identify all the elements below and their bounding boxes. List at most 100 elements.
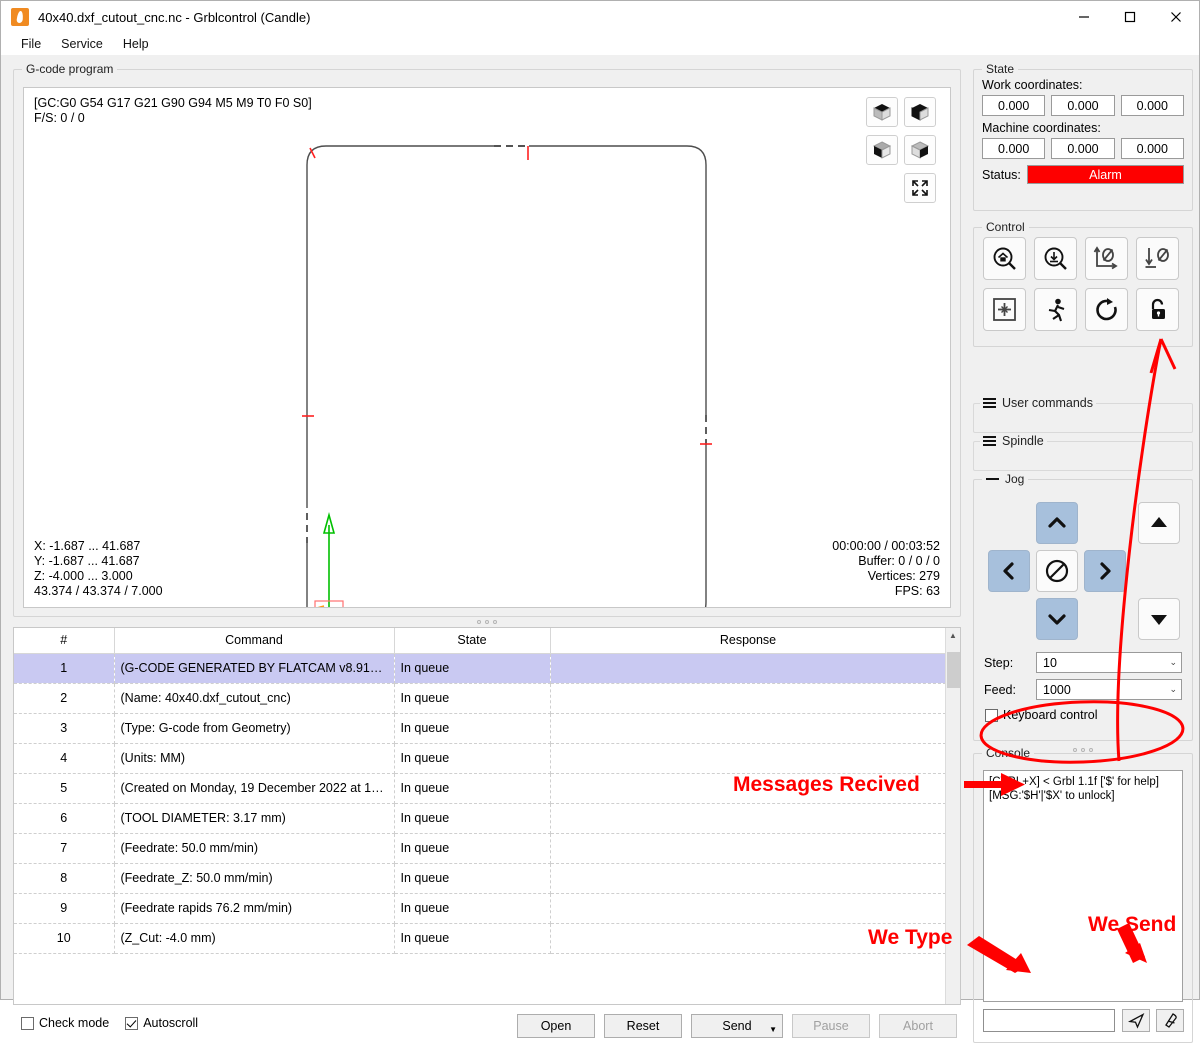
- user-commands-panel[interactable]: User commands: [973, 396, 1193, 433]
- table-row[interactable]: 3 (Type: G-code from Geometry) In queue: [14, 713, 946, 744]
- autoscroll-box[interactable]: [125, 1016, 139, 1030]
- fit-view-button[interactable]: [904, 173, 936, 203]
- collapse-icon[interactable]: [986, 478, 999, 480]
- isometric-view-button[interactable]: [866, 97, 898, 127]
- cell-state: In queue: [394, 833, 551, 864]
- cell-state: In queue: [394, 653, 551, 684]
- chevron-down-icon[interactable]: ⌄: [1169, 657, 1177, 668]
- keyboard-control-box[interactable]: [985, 708, 998, 722]
- jog-stop-button[interactable]: [1036, 550, 1078, 592]
- check-mode-label: Check mode: [39, 1016, 110, 1030]
- jog-y-minus-button[interactable]: [1036, 598, 1078, 640]
- open-button[interactable]: Open: [517, 1014, 595, 1038]
- probe-z-button[interactable]: [1034, 237, 1077, 280]
- spindle-panel[interactable]: Spindle: [973, 434, 1193, 471]
- cell-state: In queue: [394, 743, 551, 774]
- cell-command: (Feedrate_Z: 50.0 mm/min): [114, 863, 395, 894]
- jog-x-minus-button[interactable]: [988, 550, 1030, 592]
- chevron-down-icon[interactable]: ▼: [769, 1025, 777, 1034]
- table-row[interactable]: 1 (G-CODE GENERATED BY FLATCAM v8.919 - w…: [14, 653, 946, 684]
- cell-index: 5: [14, 773, 115, 804]
- menu-help[interactable]: Help: [113, 35, 159, 53]
- check-mode-checkbox[interactable]: Check mode: [21, 1016, 109, 1030]
- work-x-field[interactable]: 0.000: [982, 95, 1046, 116]
- column-header-command[interactable]: Command: [114, 628, 395, 654]
- reset-button[interactable]: [1085, 288, 1128, 331]
- chevron-down-icon[interactable]: ⌄: [1169, 684, 1177, 695]
- cell-command: (Feedrate: 50.0 mm/min): [114, 833, 395, 864]
- console-log[interactable]: [CTRL+X] < Grbl 1.1f ['$' for help] [MSG…: [983, 770, 1183, 1002]
- table-row[interactable]: 9 (Feedrate rapids 76.2 mm/min) In queue: [14, 893, 946, 924]
- cell-index: 9: [14, 893, 115, 924]
- pause-button[interactable]: Pause: [792, 1014, 870, 1038]
- machine-x-field: 0.000: [982, 138, 1046, 159]
- table-row[interactable]: 6 (TOOL DIAMETER: 3.17 mm) In queue: [14, 803, 946, 834]
- jog-z-minus-button[interactable]: [1138, 598, 1180, 640]
- column-header-index[interactable]: #: [14, 628, 115, 654]
- cell-state: In queue: [394, 923, 551, 954]
- console-input[interactable]: [983, 1009, 1115, 1032]
- jog-y-plus-button[interactable]: [1036, 502, 1078, 544]
- jog-panel: Jog Step: 10 ⌄ Feed: 1000 ⌄ Keyboard con…: [973, 472, 1193, 741]
- table-row[interactable]: 4 (Units: MM) In queue: [14, 743, 946, 774]
- gcode-stats-text: 00:00:00 / 00:03:52 Buffer: 0 / 0 / 0 Ve…: [832, 539, 940, 598]
- send-button[interactable]: Send ▼: [691, 1014, 783, 1038]
- jog-z-plus-button[interactable]: [1138, 502, 1180, 544]
- window-controls: [1061, 1, 1199, 33]
- main-area: G-code program [GC:G0 G54 G17 G21 G90 G9…: [1, 55, 1199, 1043]
- hamburger-icon[interactable]: [983, 398, 996, 408]
- zero-xy-button[interactable]: [1085, 237, 1128, 280]
- scrollbar-thumb[interactable]: [947, 652, 960, 688]
- send-button-label: Send: [722, 1019, 752, 1033]
- gcode-state-text: [GC:G0 G54 G17 G21 G90 G94 M5 M9 T0 F0 S…: [34, 96, 312, 126]
- front-view-button[interactable]: [866, 135, 898, 165]
- gcode-viewport[interactable]: [GC:G0 G54 G17 G21 G90 G94 M5 M9 T0 F0 S…: [23, 87, 951, 608]
- cell-command: (Feedrate rapids 76.2 mm/min): [114, 893, 395, 924]
- safe-position-button[interactable]: [1034, 288, 1077, 331]
- table-row[interactable]: 10 (Z_Cut: -4.0 mm) In queue: [14, 923, 946, 954]
- work-y-field[interactable]: 0.000: [1051, 95, 1115, 116]
- command-table[interactable]: # Command State Response 1 (G-CODE GENERA…: [13, 627, 961, 1005]
- cell-response: [550, 863, 946, 894]
- menu-bar: File Service Help: [1, 33, 1199, 55]
- scroll-up-icon[interactable]: ▲: [946, 628, 960, 643]
- column-header-state[interactable]: State: [394, 628, 551, 654]
- close-button[interactable]: [1153, 1, 1199, 33]
- left-view-button[interactable]: [904, 135, 936, 165]
- table-row[interactable]: 7 (Feedrate: 50.0 mm/min) In queue: [14, 833, 946, 864]
- user-commands-title: User commands: [1002, 396, 1093, 410]
- work-coordinates-label: Work coordinates:: [982, 78, 1083, 92]
- check-mode-box[interactable]: [21, 1016, 34, 1030]
- menu-file[interactable]: File: [11, 35, 51, 53]
- column-header-response[interactable]: Response: [550, 628, 946, 654]
- unlock-button[interactable]: [1136, 288, 1179, 331]
- cell-command: (Units: MM): [114, 743, 395, 774]
- jog-x-plus-button[interactable]: [1084, 550, 1126, 592]
- state-panel: State Work coordinates: 0.000 0.000 0.00…: [973, 62, 1193, 211]
- zero-z-button[interactable]: [1136, 237, 1179, 280]
- menu-service[interactable]: Service: [51, 35, 113, 53]
- panel-splitter[interactable]: [13, 617, 961, 626]
- abort-button[interactable]: Abort: [879, 1014, 957, 1038]
- step-select[interactable]: 10 ⌄: [1036, 652, 1182, 673]
- console-clear-button[interactable]: [1156, 1009, 1184, 1032]
- cell-state: In queue: [394, 893, 551, 924]
- right-panel: State Work coordinates: 0.000 0.000 0.00…: [969, 55, 1197, 1043]
- cell-index: 8: [14, 863, 115, 894]
- console-send-button[interactable]: [1122, 1009, 1150, 1032]
- status-label: Status:: [982, 167, 1021, 182]
- work-z-field[interactable]: 0.000: [1120, 95, 1184, 116]
- restore-origin-button[interactable]: [983, 288, 1026, 331]
- feed-select[interactable]: 1000 ⌄: [1036, 679, 1182, 700]
- reset-button[interactable]: Reset: [604, 1014, 682, 1038]
- table-row[interactable]: 8 (Feedrate_Z: 50.0 mm/min) In queue: [14, 863, 946, 894]
- home-button[interactable]: [983, 237, 1026, 280]
- maximize-button[interactable]: [1107, 1, 1153, 33]
- keyboard-control-checkbox[interactable]: Keyboard control: [985, 708, 1098, 722]
- table-row[interactable]: 2 (Name: 40x40.dxf_cutout_cnc) In queue: [14, 683, 946, 714]
- autoscroll-checkbox[interactable]: Autoscroll: [125, 1016, 198, 1030]
- top-view-button[interactable]: [904, 97, 936, 127]
- minimize-button[interactable]: [1061, 1, 1107, 33]
- hamburger-icon[interactable]: [983, 436, 996, 446]
- cell-command: (Name: 40x40.dxf_cutout_cnc): [114, 683, 395, 714]
